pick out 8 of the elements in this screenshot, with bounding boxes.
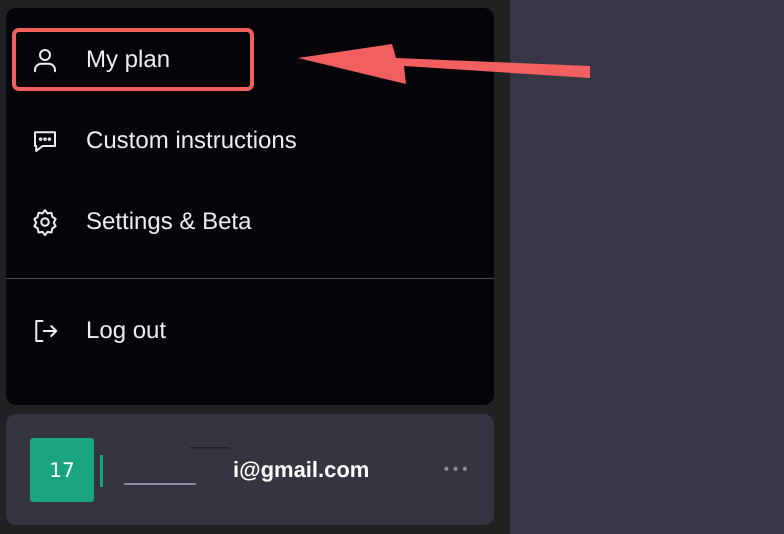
email-address: i@gmail.com <box>233 456 370 482</box>
account-card[interactable]: 17 i@gmail.com ••• <box>6 414 494 525</box>
more-options-button[interactable]: ••• <box>442 462 470 478</box>
avatar: 17 <box>30 438 94 502</box>
menu-item[interactable]: Custom instructions <box>12 109 315 172</box>
menu-item[interactable]: Settings & Beta <box>12 190 270 253</box>
menu-item[interactable]: Log out <box>12 299 254 362</box>
menu-item[interactable]: My plan <box>12 28 254 91</box>
